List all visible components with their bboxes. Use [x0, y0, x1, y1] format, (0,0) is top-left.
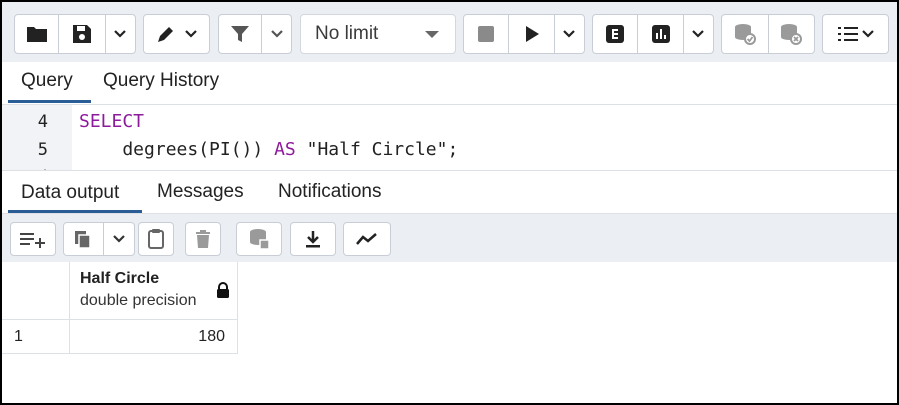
- chevron-down-icon: [184, 30, 197, 38]
- save-icon: [72, 25, 91, 43]
- add-row-icon: [20, 233, 45, 248]
- column-header[interactable]: Half Circle double precision: [70, 262, 238, 320]
- row-number-cell[interactable]: 1: [2, 320, 70, 354]
- play-icon: [525, 26, 539, 42]
- line-number: 4: [37, 112, 48, 132]
- cell-value: 180: [198, 328, 225, 345]
- line-number-gutter: 4 5 ·: [2, 105, 72, 170]
- commit-button[interactable]: [722, 15, 768, 53]
- column-name: Half Circle: [80, 270, 160, 287]
- edit-button[interactable]: [143, 14, 210, 54]
- active-tab-indicator: [8, 100, 91, 103]
- commit-icon: [734, 24, 756, 45]
- tab-query-history[interactable]: Query History: [103, 70, 219, 92]
- explain-icon: [606, 25, 625, 43]
- explain-button[interactable]: [593, 15, 637, 53]
- save-file-button[interactable]: [58, 15, 104, 53]
- graph-visualiser-button[interactable]: [343, 222, 391, 256]
- main-toolbar: No limit: [2, 2, 897, 62]
- explain-analyze-button[interactable]: [637, 15, 682, 53]
- output-tabs: Data output Messages Notifications: [2, 170, 897, 214]
- output-toolbar: [2, 214, 897, 262]
- filter-dropdown[interactable]: [261, 15, 291, 53]
- active-tab-indicator: [8, 210, 142, 213]
- caret-down-icon: [425, 31, 439, 38]
- stop-icon: [478, 26, 495, 42]
- paste-button[interactable]: [138, 222, 174, 256]
- pgadmin-query-tool: No limit Query Query History 4 5 SELECT …: [0, 0, 899, 405]
- save-data-icon: [250, 229, 270, 250]
- execute-button[interactable]: [508, 15, 553, 53]
- explain-analyze-icon: [651, 25, 670, 43]
- download-button[interactable]: [290, 222, 336, 256]
- add-row-button[interactable]: [10, 222, 56, 256]
- edit-pen-icon: [157, 27, 173, 42]
- row-limit-value: No limit: [315, 23, 379, 44]
- tab-notifications[interactable]: Notifications: [278, 181, 382, 203]
- lock-icon: [217, 282, 229, 298]
- chevron-down-icon: [114, 30, 127, 38]
- download-icon: [306, 231, 320, 248]
- file-button-group: [14, 14, 136, 54]
- transaction-button-group: [721, 14, 815, 54]
- copy-options-dropdown[interactable]: [102, 223, 134, 255]
- grid-corner-cell: [2, 262, 70, 320]
- stop-button[interactable]: [464, 15, 508, 53]
- tab-query[interactable]: Query: [21, 70, 73, 92]
- code-token: "Half Circle";: [295, 139, 459, 160]
- chevron-down-icon: [563, 30, 576, 38]
- filter-button[interactable]: [219, 15, 261, 53]
- line-number: 5: [37, 140, 48, 160]
- execute-button-group: [463, 14, 585, 54]
- code-line-keyword: SELECT: [79, 111, 145, 132]
- sql-editor[interactable]: 4 5 · SELECT degrees(PI()) AS "Half Circ…: [2, 105, 897, 170]
- macros-button[interactable]: [822, 14, 889, 54]
- filter-icon: [231, 26, 250, 42]
- macros-icon: [837, 27, 858, 41]
- column-type: double precision: [80, 292, 197, 309]
- chevron-down-icon: [692, 30, 705, 38]
- tab-messages[interactable]: Messages: [157, 181, 244, 203]
- result-grid: Half Circle double precision 1 180: [2, 262, 897, 403]
- code-keyword: AS: [274, 139, 296, 160]
- chevron-down-icon: [270, 30, 283, 38]
- open-file-button[interactable]: [15, 15, 58, 53]
- folder-open-icon: [26, 27, 47, 42]
- code-line: degrees(PI()) AS "Half Circle";: [79, 139, 458, 160]
- paste-icon: [148, 229, 164, 249]
- execute-options-dropdown[interactable]: [553, 15, 584, 53]
- row-limit-select[interactable]: No limit: [300, 14, 456, 54]
- code-token: degrees(PI()): [79, 139, 275, 160]
- save-options-dropdown[interactable]: [104, 15, 136, 53]
- chevron-down-icon: [861, 30, 874, 38]
- query-tabs: Query Query History: [2, 62, 897, 105]
- explain-button-group: [592, 14, 714, 54]
- table-cell[interactable]: 180: [70, 320, 238, 354]
- rollback-icon: [781, 24, 803, 45]
- trash-icon: [196, 230, 210, 248]
- save-data-changes-button[interactable]: [236, 222, 282, 256]
- tab-data-output[interactable]: Data output: [21, 182, 119, 204]
- delete-button[interactable]: [185, 222, 221, 256]
- filter-button-group: [218, 14, 292, 54]
- copy-icon: [75, 231, 92, 249]
- rollback-button[interactable]: [767, 15, 815, 53]
- copy-button[interactable]: [64, 223, 103, 255]
- row-number: 1: [14, 328, 23, 345]
- explain-options-dropdown[interactable]: [682, 15, 713, 53]
- chevron-down-icon: [113, 235, 125, 243]
- line-chart-icon: [356, 233, 377, 245]
- copy-button-group: [63, 222, 135, 256]
